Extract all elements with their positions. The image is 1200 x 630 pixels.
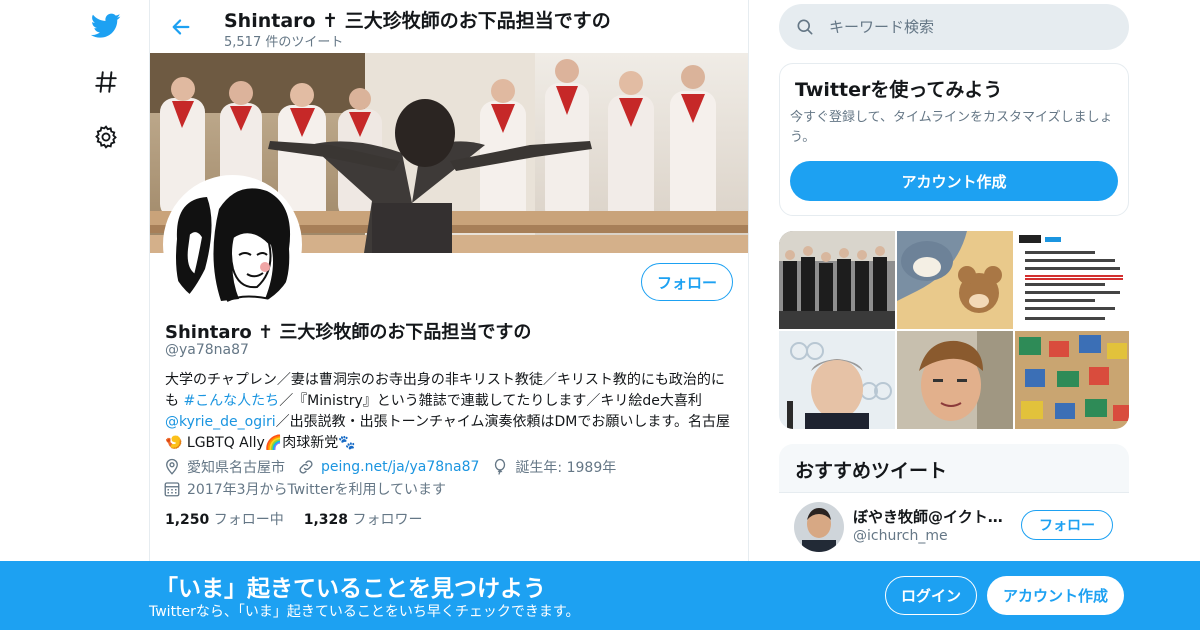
search-box[interactable] (779, 4, 1129, 50)
profile-column: Shintaro ✝ 三大珍牧師のお下品担当ですの 5,517 件のツイート フ… (149, 0, 749, 630)
signup-card-title: Twitterを使ってみよう (795, 79, 1003, 101)
recommended-user-handle: @ichurch_me (853, 528, 948, 544)
bio-text: LGBTQ Ally (182, 435, 265, 451)
recommended-user-row[interactable]: ぼやき牧師@イクト… @ichurch_me フォロー (779, 492, 1129, 562)
login-button[interactable]: ログイン (885, 576, 977, 615)
location-item: 愛知県名古屋市 (163, 457, 285, 477)
recommended-user-name[interactable]: ぼやき牧師@イクト… (853, 506, 1013, 527)
emoji-rainbow: 🌈 (264, 435, 283, 451)
gear-icon[interactable] (86, 117, 126, 157)
following-count-link[interactable]: 1,250 フォロー中 (165, 509, 284, 529)
emoji-paw: 🐾 (338, 435, 356, 451)
media-thumbnail[interactable] (1015, 231, 1129, 329)
media-grid (779, 231, 1129, 429)
following-count: 1,250 (165, 512, 210, 528)
app: Shintaro ✝ 三大珍牧師のお下品担当ですの 5,517 件のツイート フ… (0, 0, 1200, 630)
media-thumbnail[interactable] (779, 231, 895, 329)
back-arrow-icon[interactable] (166, 12, 196, 42)
joined-item: 2017年3月からTwitterを利用しています (163, 479, 446, 499)
profile-avatar[interactable] (163, 175, 302, 314)
left-nav (0, 0, 150, 630)
emoji-shrimp: 🍤 (165, 435, 183, 451)
bottom-bar-subtitle: Twitterなら、「いま」起きていることをいち早くチェックできます。 (149, 604, 580, 620)
website-item: peing.net/ja/ya78na87 (297, 458, 479, 476)
signup-button[interactable]: アカウント作成 (987, 576, 1124, 615)
recommended-title: おすすめツイート (795, 460, 948, 482)
bio-hashtag-link[interactable]: #こんな人たち (183, 393, 279, 409)
profile-joined-row: 2017年3月からTwitterを利用しています (163, 479, 458, 499)
profile-bio: 大学のチャプレン／妻は曹洞宗のお寺出身の非キリスト教徒／キリスト教的にも政治的に… (165, 370, 735, 454)
media-thumbnail[interactable] (779, 331, 895, 429)
create-account-button[interactable]: アカウント作成 (790, 161, 1118, 201)
profile-joined: 2017年3月からTwitterを利用しています (187, 482, 447, 498)
profile-name: Shintaro ✝ 三大珍牧師のお下品担当ですの (165, 322, 532, 343)
follow-button[interactable]: フォロー (641, 263, 733, 301)
link-icon (299, 460, 313, 474)
bottom-signup-bar: 「いま」起きていることを見つけよう Twitterなら、「いま」起きていることを… (0, 561, 1200, 630)
media-thumbnail[interactable] (1015, 331, 1129, 429)
balloon-icon (495, 458, 506, 475)
bottom-bar-title: 「いま」起きていることを見つけよう (155, 576, 546, 602)
search-input[interactable] (829, 18, 1109, 36)
media-thumbnail[interactable] (897, 231, 1013, 329)
followers-label: フォロワー (352, 512, 423, 528)
tweet-count: 5,517 件のツイート (224, 35, 344, 50)
avatar[interactable] (794, 502, 844, 552)
followers-count: 1,328 (303, 512, 349, 528)
calendar-icon (164, 482, 180, 497)
followers-count-link[interactable]: 1,328 フォロワー (304, 509, 423, 529)
profile-header: Shintaro ✝ 三大珍牧師のお下品担当ですの 5,517 件のツイート (150, 0, 748, 53)
bio-text: 肉球新党 (282, 435, 339, 451)
profile-website-link[interactable]: peing.net/ja/ya78na87 (321, 459, 479, 475)
follow-counts: 1,250 フォロー中 1,328 フォロワー (165, 509, 443, 529)
hashtag-icon[interactable] (86, 62, 126, 102)
page-title: Shintaro ✝ 三大珍牧師のお下品担当ですの (224, 10, 611, 32)
profile-birthday: 誕生年: 1989年 (515, 460, 617, 476)
profile-location: 愛知県名古屋市 (187, 460, 285, 476)
signup-card: Twitterを使ってみよう 今すぐ登録して、タイムラインをカスタマイズしましょ… (779, 63, 1129, 216)
profile-meta-row: 愛知県名古屋市 peing.net/ja/ya78na87 誕生年: 1989年 (163, 457, 628, 477)
media-thumbnail[interactable] (897, 331, 1013, 429)
location-icon (166, 458, 178, 475)
right-sidebar: Twitterを使ってみよう 今すぐ登録して、タイムラインをカスタマイズしましょ… (779, 0, 1129, 630)
profile-handle: @ya78na87 (165, 342, 249, 358)
bio-text: ／『Ministry』という雑誌で連載してたりします／キリ絵de大喜利 (279, 393, 702, 409)
search-icon (797, 19, 813, 35)
signup-card-description: 今すぐ登録して、タイムラインをカスタマイズしましょう。 (790, 110, 1113, 145)
twitter-logo-icon[interactable] (86, 6, 126, 46)
birthday-item: 誕生年: 1989年 (491, 457, 616, 477)
bio-text: ／出張説教・出張トーンチャイム演奏依頼はDMでお願いします。名古屋 (275, 414, 730, 430)
following-label: フォロー中 (213, 512, 284, 528)
bio-mention-link[interactable]: @kyrie_de_ogiri (165, 414, 276, 430)
recommended-follow-button[interactable]: フォロー (1021, 510, 1113, 540)
